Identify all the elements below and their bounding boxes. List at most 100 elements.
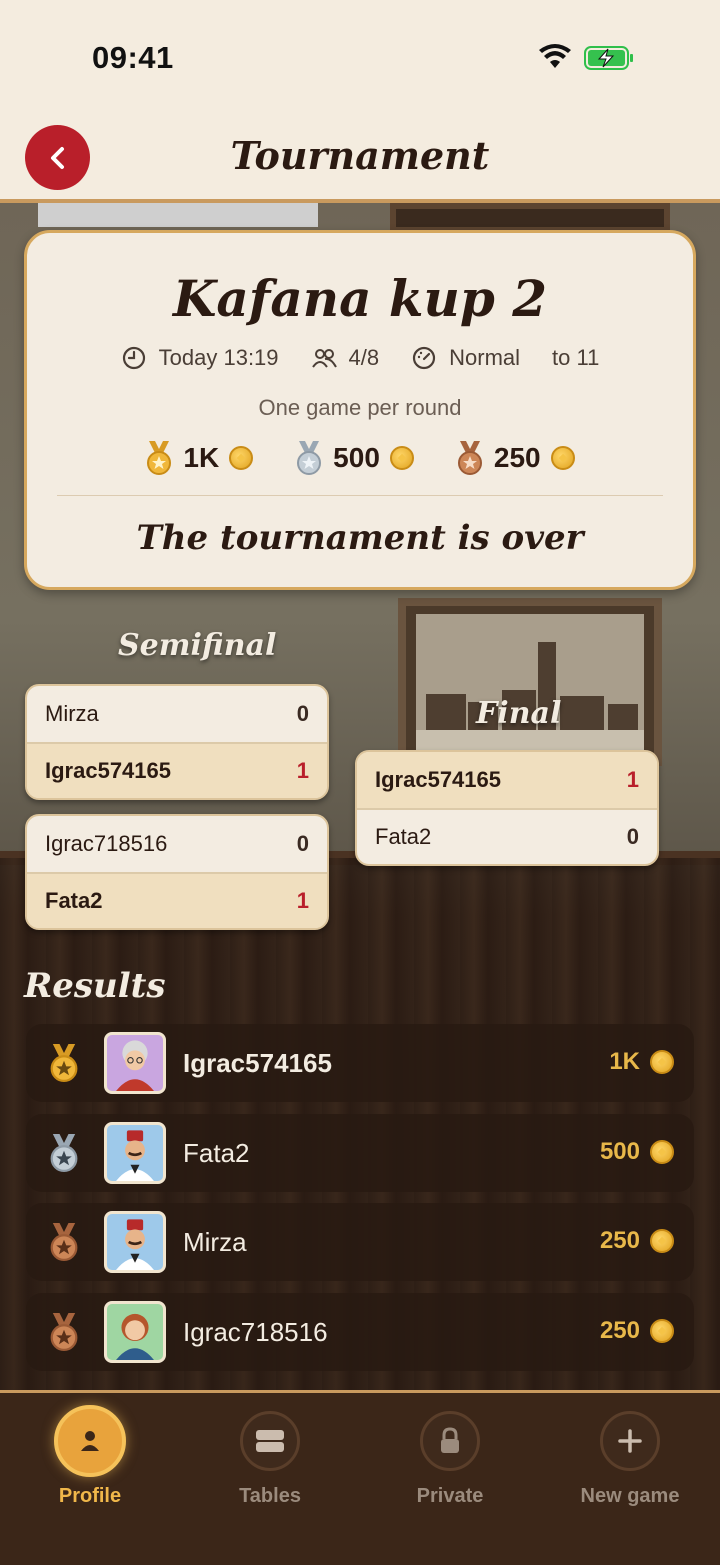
window-decoration [38,203,318,227]
nav-new-game-label: New game [580,1485,680,1507]
semifinal-match-2[interactable]: Igrac718516 0 Fata2 1 [25,814,329,930]
nav-private-label: Private [416,1485,484,1507]
match-winner-row: Fata2 1 [27,872,327,928]
result-row[interactable]: Igrac574165 1K [26,1024,694,1102]
lock-icon [420,1411,480,1471]
target-score-label: to 11 [552,345,600,370]
result-row[interactable]: Mirza 250 [26,1203,694,1281]
coin-icon [550,446,575,470]
tournament-card: Kafana kup 2 Today 13:19 4/8 Normal to 1… [24,230,696,590]
final-match[interactable]: Igrac574165 1 Fata2 0 [355,750,659,866]
painting-decoration [398,598,662,766]
status-time: 09:41 [92,40,174,75]
target-score: to 11 [552,345,599,371]
nav-tables-label: Tables [239,1485,301,1507]
plus-icon [600,1411,660,1471]
result-amount: 250 [600,1227,674,1255]
result-amount: 500 [600,1138,674,1166]
match-player-row: Mirza 0 [27,686,327,742]
nav-tables[interactable]: Tables [180,1405,360,1508]
status-bar: 09:41 [0,0,720,115]
tournament-status: The tournament is over [136,518,584,558]
prize-bronze: 250 [456,441,575,475]
bronze-medal-icon [457,441,482,475]
player-count-label: 4/8 [348,345,380,370]
silver-medal-icon [50,1134,78,1172]
coin-icon [650,1229,674,1253]
player-name: Igrac574165 [375,767,501,792]
results-title: Results [24,966,166,1006]
result-amount-value: 500 [599,1138,640,1165]
player-name: Mirza [45,701,99,726]
player-score: 0 [626,824,639,849]
tournament-meta: Today 13:19 4/8 Normal to 11 [27,345,693,371]
game-speed-label: Normal [449,345,521,370]
result-player-name: Igrac718516 [183,1317,328,1347]
match-winner-row: Igrac574165 1 [357,752,657,808]
grandma-avatar [104,1032,166,1094]
result-row[interactable]: Fata2 500 [26,1114,694,1192]
frame-decoration [390,203,670,233]
gold-medal-icon [50,1044,78,1082]
coin-icon [389,446,414,470]
clock-icon [122,346,145,370]
bottom-nav: Profile Tables Private New game [0,1390,720,1565]
result-amount-value: 1K [609,1048,640,1075]
card-divider [57,495,663,496]
player-name: Fata2 [45,888,103,913]
player-name: Igrac574165 [45,758,171,783]
woman-avatar [104,1301,166,1363]
prize-gold: 1K [145,441,254,475]
tables-icon [240,1411,300,1471]
match-player-row: Fata2 0 [357,808,657,864]
result-player-name: Fata2 [183,1138,250,1168]
coin-icon [650,1050,674,1074]
coin-icon [650,1140,674,1164]
player-score: 1 [296,758,309,783]
wifi-icon [539,44,571,68]
game-speed: Normal [411,345,520,371]
player-name: Fata2 [375,824,432,849]
bronze-medal-icon [50,1313,78,1351]
player-score: 0 [296,701,309,726]
bronze-medal-icon [50,1223,78,1261]
match-winner-row: Igrac574165 1 [27,742,327,798]
semifinal-match-1[interactable]: Mirza 0 Igrac574165 1 [25,684,329,800]
player-name: Igrac718516 [45,831,168,856]
result-amount-value: 250 [599,1227,640,1254]
result-row[interactable]: Igrac718516 250 [26,1293,694,1371]
player-score: 1 [296,888,309,913]
player-score: 1 [626,767,639,792]
match-player-row: Igrac718516 0 [27,816,327,872]
prize-bronze-amount: 250 [493,442,541,473]
man-fez-avatar [104,1211,166,1273]
result-player-name: Igrac574165 [183,1048,332,1078]
coin-icon [650,1319,674,1343]
prize-gold-amount: 1K [183,442,220,473]
tournament-name: Kafana kup 2 [172,269,548,328]
app-header: Tournament [0,115,720,209]
nav-profile[interactable]: Profile [0,1405,180,1508]
nav-new-game[interactable]: New game [540,1405,720,1508]
result-amount-value: 250 [599,1317,640,1344]
person-icon [54,1405,126,1477]
final-title: Final [476,696,562,731]
silver-medal-icon [297,441,322,475]
start-time: Today 13:19 [121,345,279,371]
battery-charging-icon [584,46,633,70]
prize-silver: 500 [295,441,414,475]
speedometer-icon [413,346,436,370]
player-count: 4/8 [311,345,380,371]
start-time-label: Today 13:19 [158,345,279,370]
man-fez-avatar [104,1122,166,1184]
player-score: 0 [296,831,309,856]
result-amount: 1K [609,1048,674,1076]
coin-icon [229,446,254,470]
players-icon [311,349,337,368]
nav-private[interactable]: Private [360,1405,540,1508]
result-amount: 250 [600,1317,674,1345]
prize-list: 1K 500 250 [27,441,693,475]
result-player-name: Mirza [183,1227,247,1257]
semifinal-title: Semifinal [118,628,277,663]
tournament-format: One game per round [258,395,462,420]
